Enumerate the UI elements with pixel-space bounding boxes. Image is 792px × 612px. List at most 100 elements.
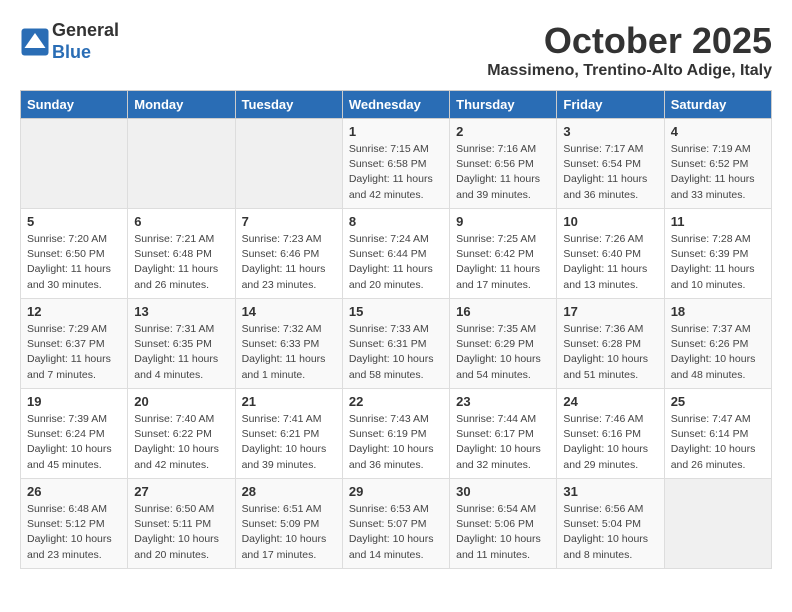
calendar-cell: 2 Sunrise: 7:16 AM Sunset: 6:56 PM Daylig… bbox=[450, 119, 557, 209]
calendar-cell bbox=[664, 479, 771, 569]
page-header: General Blue October 2025 Massimeno, Tre… bbox=[20, 20, 772, 80]
calendar-cell: 18 Sunrise: 7:37 AM Sunset: 6:26 PM Dayli… bbox=[664, 299, 771, 389]
day-info: Sunrise: 7:33 AM Sunset: 6:31 PM Dayligh… bbox=[349, 322, 443, 383]
day-info: Sunrise: 7:41 AM Sunset: 6:21 PM Dayligh… bbox=[242, 412, 336, 473]
day-number: 9 bbox=[456, 214, 550, 229]
day-number: 2 bbox=[456, 124, 550, 139]
calendar-cell: 6Sunrise: 7:21 AM Sunset: 6:48 PM Daylig… bbox=[128, 209, 235, 299]
day-number: 15 bbox=[349, 304, 443, 319]
calendar-cell: 29 Sunrise: 6:53 AM Sunset: 5:07 PM Dayli… bbox=[342, 479, 449, 569]
calendar-table: SundayMondayTuesdayWednesdayThursdayFrid… bbox=[20, 90, 772, 569]
weekday-header-monday: Monday bbox=[128, 91, 235, 119]
location-title: Massimeno, Trentino-Alto Adige, Italy bbox=[487, 62, 772, 80]
day-number: 25 bbox=[671, 394, 765, 409]
calendar-cell: 23Sunrise: 7:44 AM Sunset: 6:17 PM Dayli… bbox=[450, 389, 557, 479]
day-number: 12 bbox=[27, 304, 121, 319]
calendar-cell: 11 Sunrise: 7:28 AM Sunset: 6:39 PM Dayli… bbox=[664, 209, 771, 299]
day-info: Sunrise: 7:21 AM Sunset: 6:48 PM Dayligh… bbox=[134, 232, 228, 293]
day-number: 29 bbox=[349, 484, 443, 499]
calendar-cell: 22 Sunrise: 7:43 AM Sunset: 6:19 PM Dayli… bbox=[342, 389, 449, 479]
calendar-cell: 21 Sunrise: 7:41 AM Sunset: 6:21 PM Dayli… bbox=[235, 389, 342, 479]
day-info: Sunrise: 6:50 AM Sunset: 5:11 PM Dayligh… bbox=[134, 502, 228, 563]
day-number: 5 bbox=[27, 214, 121, 229]
day-info: Sunrise: 6:51 AM Sunset: 5:09 PM Dayligh… bbox=[242, 502, 336, 563]
day-number: 16 bbox=[456, 304, 550, 319]
day-info: Sunrise: 7:16 AM Sunset: 6:56 PM Dayligh… bbox=[456, 142, 550, 203]
month-title: October 2025 bbox=[487, 20, 772, 62]
day-number: 17 bbox=[563, 304, 657, 319]
day-info: Sunrise: 7:15 AM Sunset: 6:58 PM Dayligh… bbox=[349, 142, 443, 203]
day-number: 21 bbox=[242, 394, 336, 409]
calendar-cell: 19Sunrise: 7:39 AM Sunset: 6:24 PM Dayli… bbox=[21, 389, 128, 479]
calendar-cell bbox=[21, 119, 128, 209]
calendar-cell: 17 Sunrise: 7:36 AM Sunset: 6:28 PM Dayli… bbox=[557, 299, 664, 389]
logo-icon bbox=[20, 27, 50, 57]
day-info: Sunrise: 6:48 AM Sunset: 5:12 PM Dayligh… bbox=[27, 502, 121, 563]
calendar-week-2: 5 Sunrise: 7:20 AM Sunset: 6:50 PM Daylig… bbox=[21, 209, 772, 299]
calendar-cell: 1 Sunrise: 7:15 AM Sunset: 6:58 PM Daylig… bbox=[342, 119, 449, 209]
day-info: Sunrise: 7:43 AM Sunset: 6:19 PM Dayligh… bbox=[349, 412, 443, 473]
day-info: Sunrise: 7:19 AM Sunset: 6:52 PM Dayligh… bbox=[671, 142, 765, 203]
day-number: 24 bbox=[563, 394, 657, 409]
calendar-cell: 27 Sunrise: 6:50 AM Sunset: 5:11 PM Dayli… bbox=[128, 479, 235, 569]
day-info: Sunrise: 7:36 AM Sunset: 6:28 PM Dayligh… bbox=[563, 322, 657, 383]
day-number: 26 bbox=[27, 484, 121, 499]
weekday-header-row: SundayMondayTuesdayWednesdayThursdayFrid… bbox=[21, 91, 772, 119]
day-info: Sunrise: 6:54 AM Sunset: 5:06 PM Dayligh… bbox=[456, 502, 550, 563]
calendar-cell: 5 Sunrise: 7:20 AM Sunset: 6:50 PM Daylig… bbox=[21, 209, 128, 299]
day-info: Sunrise: 7:37 AM Sunset: 6:26 PM Dayligh… bbox=[671, 322, 765, 383]
day-info: Sunrise: 7:39 AM Sunset: 6:24 PM Dayligh… bbox=[27, 412, 121, 473]
day-number: 22 bbox=[349, 394, 443, 409]
day-number: 28 bbox=[242, 484, 336, 499]
title-block: October 2025 Massimeno, Trentino-Alto Ad… bbox=[487, 20, 772, 80]
day-info: Sunrise: 7:24 AM Sunset: 6:44 PM Dayligh… bbox=[349, 232, 443, 293]
calendar-week-1: 1 Sunrise: 7:15 AM Sunset: 6:58 PM Daylig… bbox=[21, 119, 772, 209]
calendar-cell: 3 Sunrise: 7:17 AM Sunset: 6:54 PM Daylig… bbox=[557, 119, 664, 209]
calendar-cell: 4 Sunrise: 7:19 AM Sunset: 6:52 PM Daylig… bbox=[664, 119, 771, 209]
day-number: 30 bbox=[456, 484, 550, 499]
calendar-cell: 24Sunrise: 7:46 AM Sunset: 6:16 PM Dayli… bbox=[557, 389, 664, 479]
day-info: Sunrise: 7:40 AM Sunset: 6:22 PM Dayligh… bbox=[134, 412, 228, 473]
calendar-week-3: 12 Sunrise: 7:29 AM Sunset: 6:37 PM Dayli… bbox=[21, 299, 772, 389]
calendar-cell: 7 Sunrise: 7:23 AM Sunset: 6:46 PM Daylig… bbox=[235, 209, 342, 299]
day-number: 1 bbox=[349, 124, 443, 139]
day-info: Sunrise: 7:26 AM Sunset: 6:40 PM Dayligh… bbox=[563, 232, 657, 293]
day-info: Sunrise: 7:17 AM Sunset: 6:54 PM Dayligh… bbox=[563, 142, 657, 203]
calendar-cell: 13Sunrise: 7:31 AM Sunset: 6:35 PM Dayli… bbox=[128, 299, 235, 389]
weekday-header-tuesday: Tuesday bbox=[235, 91, 342, 119]
day-info: Sunrise: 6:53 AM Sunset: 5:07 PM Dayligh… bbox=[349, 502, 443, 563]
weekday-header-thursday: Thursday bbox=[450, 91, 557, 119]
calendar-cell: 20 Sunrise: 7:40 AM Sunset: 6:22 PM Dayli… bbox=[128, 389, 235, 479]
calendar-cell: 16 Sunrise: 7:35 AM Sunset: 6:29 PM Dayli… bbox=[450, 299, 557, 389]
calendar-cell: 26 Sunrise: 6:48 AM Sunset: 5:12 PM Dayli… bbox=[21, 479, 128, 569]
day-number: 8 bbox=[349, 214, 443, 229]
day-info: Sunrise: 7:44 AM Sunset: 6:17 PM Dayligh… bbox=[456, 412, 550, 473]
calendar-cell: 9 Sunrise: 7:25 AM Sunset: 6:42 PM Daylig… bbox=[450, 209, 557, 299]
day-info: Sunrise: 7:35 AM Sunset: 6:29 PM Dayligh… bbox=[456, 322, 550, 383]
day-info: Sunrise: 7:47 AM Sunset: 6:14 PM Dayligh… bbox=[671, 412, 765, 473]
day-info: Sunrise: 7:29 AM Sunset: 6:37 PM Dayligh… bbox=[27, 322, 121, 383]
day-number: 3 bbox=[563, 124, 657, 139]
day-info: Sunrise: 7:28 AM Sunset: 6:39 PM Dayligh… bbox=[671, 232, 765, 293]
calendar-week-4: 19Sunrise: 7:39 AM Sunset: 6:24 PM Dayli… bbox=[21, 389, 772, 479]
day-info: Sunrise: 7:31 AM Sunset: 6:35 PM Dayligh… bbox=[134, 322, 228, 383]
day-number: 4 bbox=[671, 124, 765, 139]
logo-blue: Blue bbox=[52, 42, 119, 64]
day-number: 31 bbox=[563, 484, 657, 499]
day-number: 18 bbox=[671, 304, 765, 319]
weekday-header-sunday: Sunday bbox=[21, 91, 128, 119]
day-number: 7 bbox=[242, 214, 336, 229]
day-number: 11 bbox=[671, 214, 765, 229]
calendar-cell: 10Sunrise: 7:26 AM Sunset: 6:40 PM Dayli… bbox=[557, 209, 664, 299]
day-number: 27 bbox=[134, 484, 228, 499]
calendar-week-5: 26 Sunrise: 6:48 AM Sunset: 5:12 PM Dayli… bbox=[21, 479, 772, 569]
day-info: Sunrise: 7:20 AM Sunset: 6:50 PM Dayligh… bbox=[27, 232, 121, 293]
calendar-cell: 31Sunrise: 6:56 AM Sunset: 5:04 PM Dayli… bbox=[557, 479, 664, 569]
calendar-cell: 14Sunrise: 7:32 AM Sunset: 6:33 PM Dayli… bbox=[235, 299, 342, 389]
day-info: Sunrise: 7:25 AM Sunset: 6:42 PM Dayligh… bbox=[456, 232, 550, 293]
calendar-cell: 12 Sunrise: 7:29 AM Sunset: 6:37 PM Dayli… bbox=[21, 299, 128, 389]
day-number: 20 bbox=[134, 394, 228, 409]
weekday-header-saturday: Saturday bbox=[664, 91, 771, 119]
day-info: Sunrise: 7:23 AM Sunset: 6:46 PM Dayligh… bbox=[242, 232, 336, 293]
weekday-header-wednesday: Wednesday bbox=[342, 91, 449, 119]
